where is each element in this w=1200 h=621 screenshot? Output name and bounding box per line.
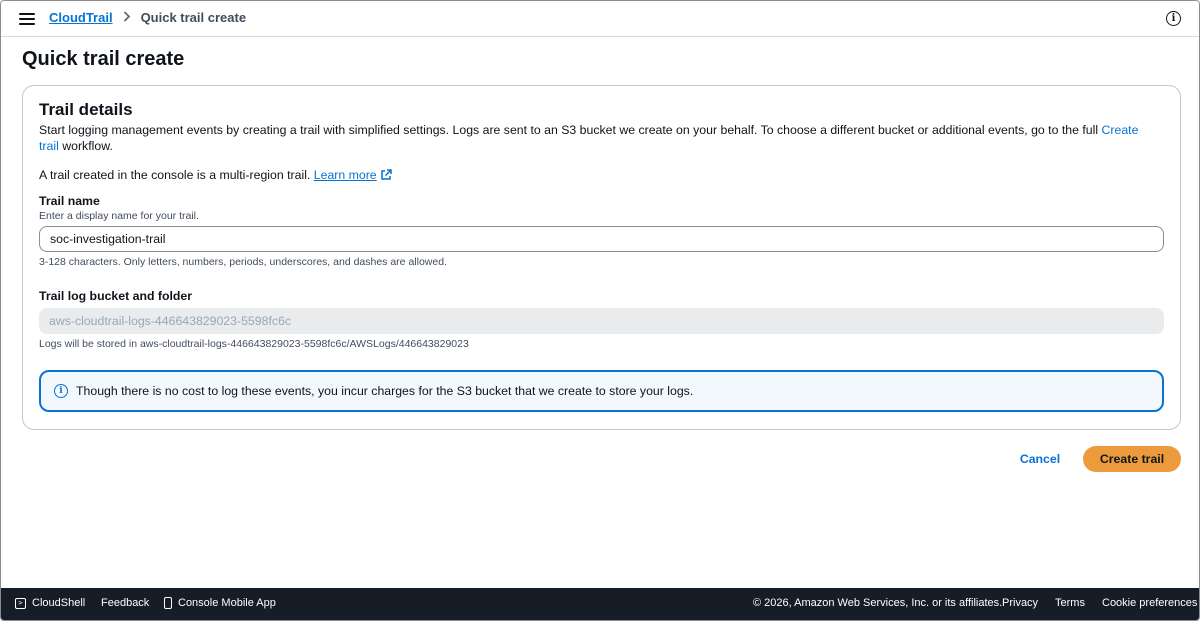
info-circle-icon: i xyxy=(54,384,68,398)
cost-info-alert: i Though there is no cost to log these e… xyxy=(39,370,1164,412)
trail-name-constraint: 3-128 characters. Only letters, numbers,… xyxy=(39,256,447,268)
cancel-button[interactable]: Cancel xyxy=(1009,448,1071,470)
info-icon[interactable]: i xyxy=(1166,11,1181,26)
breadcrumb: CloudTrail Quick trail create xyxy=(49,10,246,25)
multi-region-note: A trail created in the console is a mult… xyxy=(39,168,392,183)
cloudshell-button[interactable]: > CloudShell xyxy=(15,597,85,609)
chevron-right-icon xyxy=(123,10,131,25)
mobile-app-label: Console Mobile App xyxy=(178,597,276,609)
panel-title: Trail details xyxy=(39,100,133,119)
cloudshell-label: CloudShell xyxy=(32,597,86,609)
create-trail-button[interactable]: Create trail xyxy=(1083,446,1181,472)
bucket-input-disabled: aws-cloudtrail-logs-446643829023-5598fc6… xyxy=(39,308,1164,334)
cookie-preferences-link[interactable]: Cookie preferences xyxy=(1102,597,1197,609)
main-content: Quick trail create Trail details Start l… xyxy=(1,37,1199,590)
hamburger-menu-icon[interactable] xyxy=(19,11,35,27)
description-end: workflow. xyxy=(58,139,113,153)
bucket-storage-note: Logs will be stored in aws-cloudtrail-lo… xyxy=(39,338,469,350)
trail-name-input[interactable] xyxy=(39,226,1164,252)
browser-frame: CloudTrail Quick trail create i Quick tr… xyxy=(0,0,1200,621)
breadcrumb-cloudtrail-link[interactable]: CloudTrail xyxy=(49,10,113,25)
phone-icon xyxy=(164,597,172,609)
top-navigation: CloudTrail Quick trail create i xyxy=(1,1,1199,37)
alert-text: Though there is no cost to log these eve… xyxy=(76,384,694,398)
breadcrumb-current: Quick trail create xyxy=(140,10,247,25)
console-footer: > CloudShell Feedback Console Mobile App… xyxy=(1,588,1199,620)
terminal-icon: > xyxy=(15,597,26,609)
trail-name-label: Trail name xyxy=(39,194,100,208)
copyright-text: © 2026, Amazon Web Services, Inc. or its… xyxy=(753,597,1003,609)
trail-details-panel: Trail details Start logging management e… xyxy=(22,85,1181,430)
terms-link[interactable]: Terms xyxy=(1055,597,1085,609)
multi-region-text: A trail created in the console is a mult… xyxy=(39,168,314,182)
external-link-icon xyxy=(380,169,392,183)
privacy-link[interactable]: Privacy xyxy=(1002,597,1038,609)
learn-more-link[interactable]: Learn more xyxy=(314,168,377,182)
description-text: Start logging management events by creat… xyxy=(39,123,1102,137)
panel-description: Start logging management events by creat… xyxy=(39,122,1149,154)
page-title: Quick trail create xyxy=(22,48,185,70)
trail-name-hint: Enter a display name for your trail. xyxy=(39,210,199,222)
mobile-app-link[interactable]: Console Mobile App xyxy=(164,597,276,609)
bucket-label: Trail log bucket and folder xyxy=(39,289,193,303)
feedback-link[interactable]: Feedback xyxy=(101,597,149,609)
